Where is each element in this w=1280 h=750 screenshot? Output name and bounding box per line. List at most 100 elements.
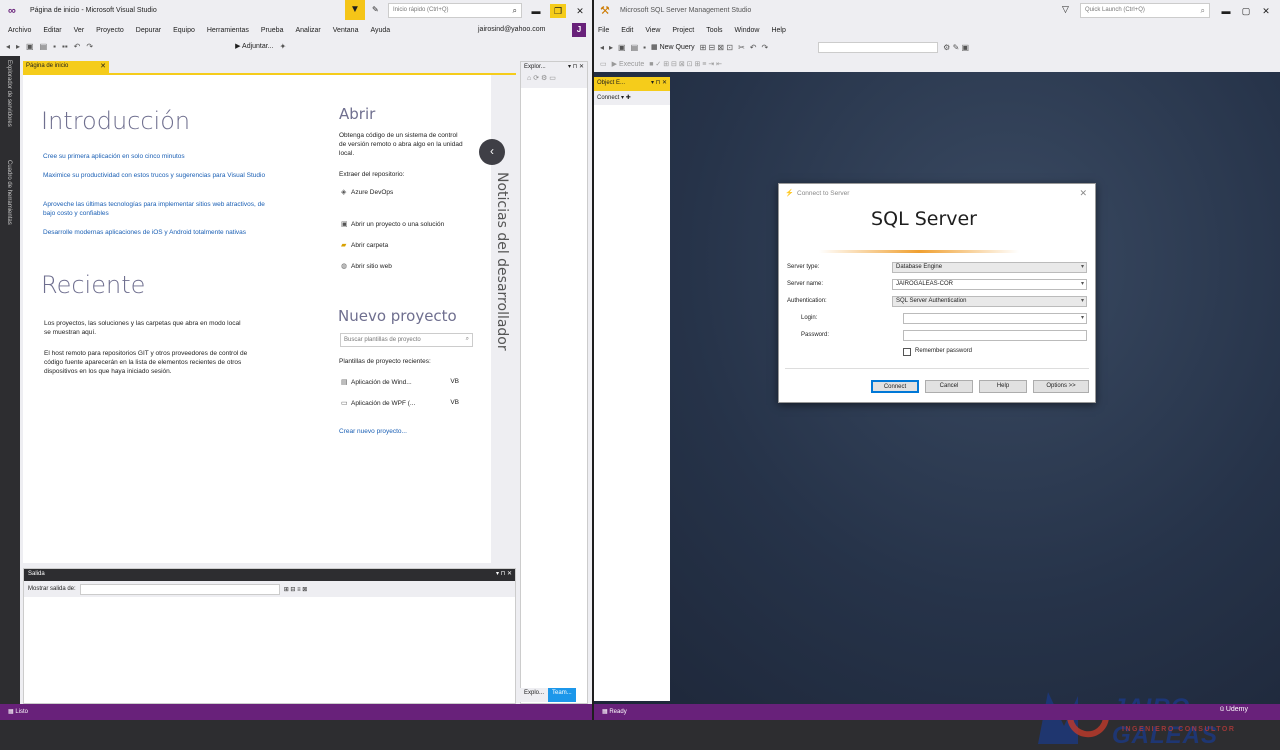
redo-icon[interactable]: ↷ bbox=[761, 43, 768, 52]
forward-icon[interactable]: ▸ bbox=[609, 43, 613, 52]
tab-close-icon[interactable]: ✕ bbox=[100, 62, 106, 70]
back-icon[interactable]: ◂ bbox=[6, 42, 10, 51]
save-icon[interactable]: ▪ bbox=[53, 42, 56, 51]
panel-close-icon[interactable]: ▾ ⊓ ✕ bbox=[496, 570, 512, 577]
forward-icon[interactable]: ▸ bbox=[16, 42, 20, 51]
developer-news-title[interactable]: Noticias del desarrollador bbox=[494, 172, 510, 351]
debug-icon[interactable]: ■ ✓ ⊞ ⊟ ⊠ ⊡ ⊞ ≡ ⇥ ⇤ bbox=[649, 60, 722, 68]
menu-view[interactable]: View bbox=[645, 27, 660, 34]
connect-button[interactable]: Connect bbox=[871, 380, 919, 393]
panel-close-icon[interactable]: ▾ ⊓ ✕ bbox=[568, 63, 584, 70]
feedback-icon[interactable]: ✎ bbox=[372, 5, 379, 14]
back-icon[interactable]: ◂ bbox=[600, 43, 604, 52]
output-tools-icon[interactable]: ⊞ ⊟ ≡ ⊠ bbox=[284, 586, 308, 593]
save-icon[interactable]: ▪ bbox=[643, 43, 646, 52]
connect-plug-icon[interactable]: ✚ bbox=[626, 95, 631, 101]
menu-ver[interactable]: Ver bbox=[74, 27, 85, 34]
solution-config-select[interactable] bbox=[818, 41, 939, 53]
execute-button[interactable]: ▶ Execute bbox=[612, 60, 645, 68]
template-item[interactable]: ▤ Aplicación de Wind... VB bbox=[341, 378, 459, 386]
login-input[interactable]: ▾ bbox=[903, 313, 1087, 324]
menu-window[interactable]: Window bbox=[735, 27, 760, 34]
toolbox-tab[interactable]: Cuadro de herramientas bbox=[6, 160, 12, 225]
refresh-icon[interactable]: ⟳ bbox=[533, 75, 539, 82]
azure-devops-link[interactable]: ◈ Azure DevOps bbox=[341, 188, 393, 196]
menu-tools[interactable]: Tools bbox=[706, 27, 722, 34]
menu-project[interactable]: Project bbox=[672, 27, 694, 34]
ssms-window: ⚒ Microsoft SQL Server Management Studio… bbox=[594, 0, 1280, 749]
settings-icon[interactable]: ⚙ bbox=[541, 75, 547, 82]
close-icon[interactable]: ✕ bbox=[1258, 4, 1274, 18]
collapse-icon[interactable]: ▭ bbox=[549, 75, 556, 82]
remember-password-checkbox[interactable] bbox=[903, 348, 911, 356]
attach-button[interactable]: ▶ Adjuntar... bbox=[235, 42, 273, 50]
cut-icon[interactable]: ✂ bbox=[738, 43, 745, 52]
template-search-input[interactable]: Buscar plantillas de proyecto ⌕ bbox=[340, 333, 473, 347]
menu-herramientas[interactable]: Herramientas bbox=[207, 27, 249, 34]
authentication-label: Authentication: bbox=[787, 298, 827, 304]
open-project-solution[interactable]: ▣ Abrir un proyecto o una solución bbox=[341, 220, 444, 228]
undo-icon[interactable]: ↶ bbox=[74, 42, 81, 51]
intro-link-4[interactable]: Desarrolle modernas aplicaciones de iOS … bbox=[43, 229, 303, 236]
password-input[interactable] bbox=[903, 330, 1087, 341]
restore-icon[interactable]: ❐ bbox=[550, 4, 566, 18]
open-folder[interactable]: ▰ Abrir carpeta bbox=[341, 241, 388, 249]
user-avatar[interactable]: J bbox=[572, 23, 586, 37]
properties-icon[interactable]: ⚙ ✎ ▣ bbox=[943, 43, 969, 52]
vs-quick-launch-input[interactable]: Inicio rápido (Ctrl+Q) ⌕ bbox=[388, 3, 522, 18]
menu-file[interactable]: File bbox=[598, 27, 609, 34]
menu-depurar[interactable]: Depurar bbox=[136, 27, 161, 34]
save-all-icon[interactable]: ▪▪ bbox=[62, 42, 68, 51]
intro-link-1[interactable]: Cree su primera aplicación en solo cinco… bbox=[43, 153, 233, 160]
user-email[interactable]: jairosind@yahoo.com bbox=[478, 26, 545, 33]
home-icon[interactable]: ⌂ bbox=[527, 75, 531, 82]
menu-proyecto[interactable]: Proyecto bbox=[96, 27, 124, 34]
database-select-icon[interactable]: ▭ bbox=[600, 60, 607, 68]
minimize-icon[interactable]: ▬ bbox=[1218, 4, 1234, 18]
menu-editar[interactable]: Editar bbox=[43, 27, 61, 34]
server-explorer-tab[interactable]: Explorador de servidores bbox=[6, 60, 12, 127]
maximize-icon[interactable]: ▢ bbox=[1238, 4, 1254, 18]
panel-close-icon[interactable]: ▾ ⊓ ✕ bbox=[651, 79, 667, 86]
menu-equipo[interactable]: Equipo bbox=[173, 27, 195, 34]
query-tools-icon[interactable]: ⊞ ⊟ ⊠ ⊡ bbox=[700, 43, 733, 52]
menu-analizar[interactable]: Analizar bbox=[295, 27, 320, 34]
help-button[interactable]: Help bbox=[979, 380, 1027, 393]
cancel-button[interactable]: Cancel bbox=[925, 380, 973, 393]
open-icon[interactable]: ▤ bbox=[631, 43, 639, 52]
server-name-combo[interactable]: JAIROGALEAS-COR ▾ bbox=[892, 279, 1087, 290]
menu-prueba[interactable]: Prueba bbox=[261, 27, 284, 34]
tab-solution-explorer[interactable]: Explo... bbox=[520, 688, 549, 702]
filter-icon[interactable]: ▼ bbox=[345, 0, 365, 20]
create-new-project-link[interactable]: Crear nuevo proyecto... bbox=[339, 428, 407, 435]
authentication-select[interactable]: SQL Server Authentication ▾ bbox=[892, 296, 1087, 307]
open-website[interactable]: ◍ Abrir sitio web bbox=[341, 262, 392, 270]
filter-icon[interactable]: ▽ bbox=[1062, 4, 1069, 15]
tools-icon[interactable]: ✦ bbox=[280, 42, 287, 51]
connect-dropdown[interactable]: Connect ▾ bbox=[597, 95, 624, 101]
menu-ayuda[interactable]: Ayuda bbox=[370, 27, 390, 34]
chevron-down-icon: ▾ bbox=[1080, 264, 1084, 270]
menu-archivo[interactable]: Archivo bbox=[8, 27, 31, 34]
output-source-select[interactable] bbox=[79, 583, 280, 595]
new-item-icon[interactable]: ▣ bbox=[26, 42, 34, 51]
menu-edit[interactable]: Edit bbox=[621, 27, 633, 34]
new-query-button[interactable]: ▦ New Query bbox=[651, 43, 695, 51]
server-type-select[interactable]: Database Engine ▾ bbox=[892, 262, 1087, 273]
ssms-quick-launch-input[interactable]: Quick Launch (Ctrl+Q) ⌕ bbox=[1080, 3, 1210, 18]
tab-team-explorer[interactable]: Team... bbox=[548, 688, 576, 702]
menu-ventana[interactable]: Ventana bbox=[333, 27, 359, 34]
new-item-icon[interactable]: ▣ bbox=[618, 43, 626, 52]
intro-link-2[interactable]: Maximice su productividad con estos truc… bbox=[43, 171, 293, 180]
redo-icon[interactable]: ↷ bbox=[86, 42, 93, 51]
dialog-close-icon[interactable]: ✕ bbox=[1079, 188, 1087, 199]
minimize-icon[interactable]: ▬ bbox=[528, 4, 544, 18]
undo-icon[interactable]: ↶ bbox=[750, 43, 757, 52]
intro-link-3[interactable]: Aproveche las últimas tecnologías para i… bbox=[43, 200, 273, 218]
open-icon[interactable]: ▤ bbox=[40, 42, 48, 51]
news-toggle-button[interactable]: ‹ bbox=[479, 139, 505, 165]
template-item[interactable]: ▭ Aplicación de WPF (... VB bbox=[341, 399, 459, 407]
options-button[interactable]: Options >> bbox=[1033, 380, 1089, 393]
menu-help[interactable]: Help bbox=[771, 27, 785, 34]
close-icon[interactable]: ✕ bbox=[572, 4, 588, 18]
